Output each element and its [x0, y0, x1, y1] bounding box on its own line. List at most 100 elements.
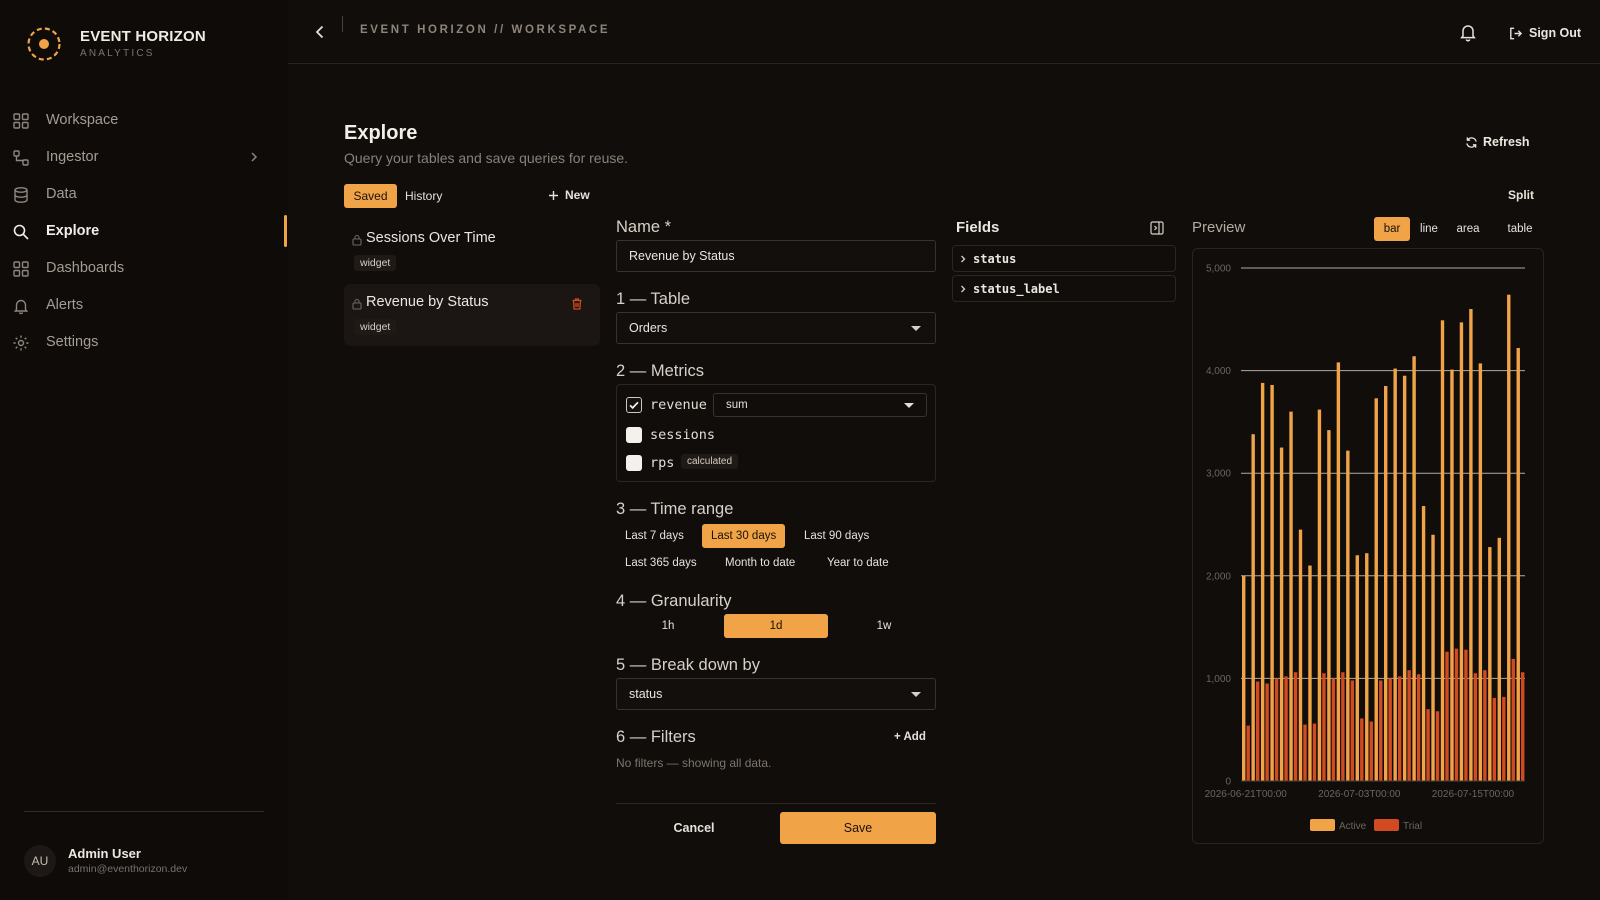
trash-icon[interactable]	[570, 297, 584, 311]
bar-active	[1270, 384, 1274, 781]
bar-active	[1260, 382, 1265, 781]
time-option-365d[interactable]: Last 365 days	[616, 551, 706, 575]
time-option-90d[interactable]: Last 90 days	[795, 524, 878, 548]
notification-bell-icon[interactable]	[1458, 22, 1478, 42]
bar-trial	[1511, 658, 1515, 781]
bar-trial	[1502, 696, 1506, 781]
user-name: Admin User	[68, 846, 141, 861]
chevron-right-icon	[961, 285, 966, 292]
granularity-1w[interactable]: 1w	[832, 614, 936, 638]
bar-trial	[1388, 678, 1392, 781]
cancel-button[interactable]: Cancel	[616, 812, 772, 844]
collapse-panel-icon[interactable]	[1149, 220, 1165, 236]
bar-trial	[1445, 651, 1449, 781]
legend-swatch	[1374, 819, 1399, 831]
sidebar-item-dashboards[interactable]: Dashboards	[0, 251, 288, 285]
save-button[interactable]: Save	[780, 812, 936, 844]
new-label: New	[565, 188, 590, 202]
revenue-chart: 0 1,000 2,000 3,000 4,000 5,000 2026-06-21T00:…	[1205, 264, 1525, 832]
time-option-ytd[interactable]: Year to date	[818, 551, 898, 575]
sidebar-item-label: Alerts	[46, 297, 84, 313]
flow-icon	[13, 150, 29, 166]
chart-type-bar[interactable]: bar	[1374, 217, 1410, 241]
time-option-7d[interactable]: Last 7 days	[616, 524, 693, 548]
granularity-1d[interactable]: 1d	[724, 614, 828, 638]
field-item-status-label[interactable]: status_label	[952, 275, 1176, 302]
bar-active	[1516, 348, 1520, 781]
add-filter-button[interactable]: + Add	[894, 731, 926, 743]
divider	[342, 16, 343, 32]
chart-type-area[interactable]: area	[1448, 217, 1488, 241]
metric-name: sessions	[650, 427, 716, 443]
chart-type-line[interactable]: line	[1410, 217, 1448, 241]
bar-trial	[1350, 680, 1355, 781]
bar-active	[1308, 565, 1312, 781]
bar-trial	[1492, 697, 1497, 781]
sign-out-icon	[1510, 27, 1523, 39]
name-field[interactable]: Revenue by Status	[616, 240, 936, 272]
new-query-button[interactable]: New	[548, 188, 590, 202]
bar-active	[1459, 322, 1464, 781]
grid-icon	[13, 113, 29, 129]
divider	[24, 811, 264, 812]
bar-trial	[1246, 725, 1250, 781]
metric-checkbox-revenue[interactable]	[626, 397, 642, 413]
bar-trial	[1303, 724, 1307, 781]
time-option-mtd[interactable]: Month to date	[716, 551, 804, 575]
bar-trial	[1407, 670, 1411, 781]
logo-icon	[27, 27, 61, 61]
field-item-status[interactable]: status	[952, 245, 1176, 272]
brand-name: EVENT HORIZON	[80, 28, 206, 45]
bar-active	[1242, 575, 1246, 781]
sidebar-item-ingestor[interactable]: Ingestor	[0, 140, 288, 174]
metric-checkbox-sessions[interactable]	[626, 427, 642, 443]
metric-checkbox-rps[interactable]	[626, 455, 642, 471]
x-tick-label: 2026-07-03T00:00	[1318, 789, 1401, 800]
y-tick-label: 2,000	[1206, 571, 1231, 582]
tab-history[interactable]: History	[405, 184, 442, 208]
bar-active	[1346, 450, 1350, 781]
aggregation-value: sum	[726, 399, 748, 411]
user-email: admin@eventhorizon.dev	[68, 863, 188, 875]
avatar[interactable]: AU	[24, 845, 56, 877]
bar-trial	[1360, 718, 1364, 781]
bar-active	[1289, 411, 1293, 781]
bar-trial	[1454, 648, 1459, 781]
caret-down-icon	[911, 692, 921, 697]
breakdown-select[interactable]: status	[616, 678, 936, 710]
metrics-box: revenue sum sessions rps calculated	[616, 384, 936, 482]
page-subtitle: Query your tables and save queries for r…	[344, 150, 629, 166]
refresh-button[interactable]: Refresh	[1465, 135, 1530, 149]
bar-trial	[1464, 649, 1468, 781]
bar-active	[1469, 309, 1473, 781]
saved-query-item[interactable]: Sessions Over Time widget	[344, 220, 600, 282]
widget-badge: widget	[354, 319, 397, 335]
sidebar-item-alerts[interactable]: Alerts	[0, 288, 288, 322]
sidebar-item-explore[interactable]: Explore	[0, 214, 288, 248]
metric-name: revenue	[650, 397, 707, 413]
aggregation-select[interactable]: sum	[713, 393, 927, 417]
bar-active	[1355, 555, 1359, 781]
plus-icon	[549, 190, 558, 200]
name-label: Name *	[616, 218, 672, 236]
field-name: status_label	[973, 281, 1060, 296]
saved-query-item[interactable]: Revenue by Status widget	[344, 284, 600, 346]
chevron-right-icon	[251, 152, 258, 162]
tab-saved[interactable]: Saved	[344, 184, 397, 208]
granularity-1h[interactable]: 1h	[616, 614, 720, 638]
sign-out-button[interactable]: Sign Out	[1508, 23, 1581, 43]
chart-type-table[interactable]: table	[1496, 217, 1544, 241]
no-filters-text: No filters — showing all data.	[616, 756, 772, 770]
sidebar-item-settings[interactable]: Settings	[0, 325, 288, 359]
table-select[interactable]: Orders	[616, 312, 936, 344]
lock-icon	[352, 298, 362, 310]
bell-icon	[13, 299, 29, 315]
back-arrow-icon[interactable]	[310, 22, 330, 42]
sidebar-item-data[interactable]: Data	[0, 177, 288, 211]
bar-trial	[1293, 672, 1298, 781]
field-name: status	[973, 251, 1017, 266]
table-label: 1 — Table	[616, 290, 690, 308]
sidebar-item-workspace[interactable]: Workspace	[0, 103, 288, 137]
time-option-30d[interactable]: Last 30 days	[702, 524, 786, 548]
split-view-button[interactable]: Split	[1508, 188, 1534, 202]
